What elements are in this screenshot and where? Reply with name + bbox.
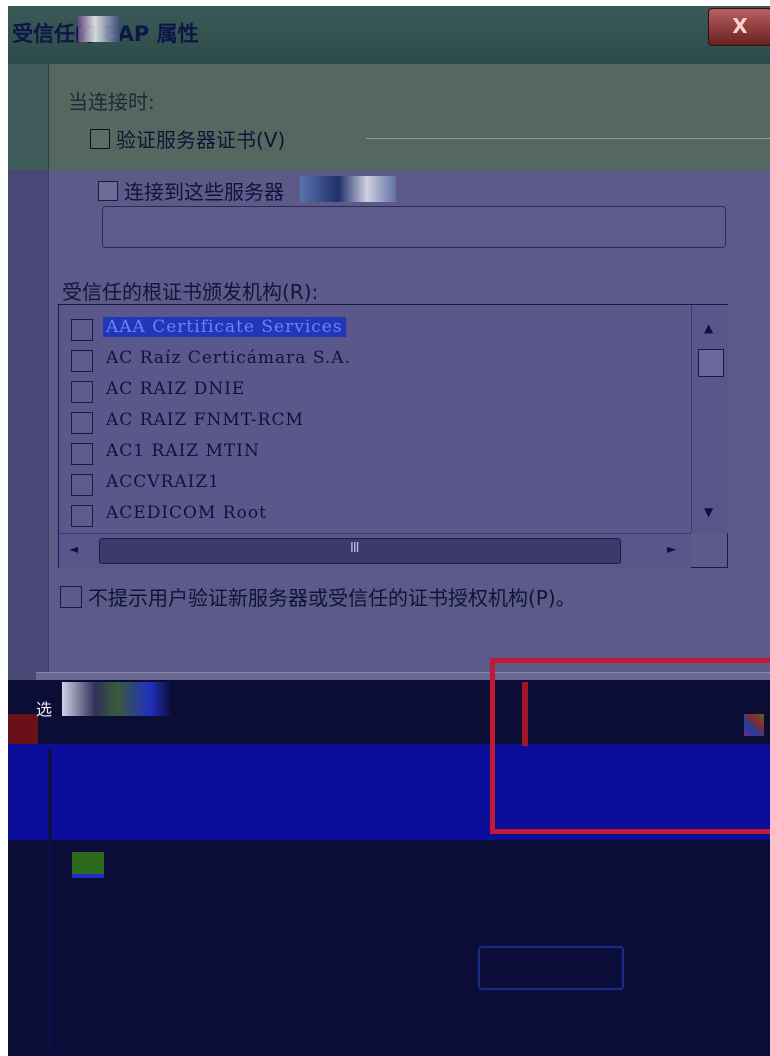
scroll-up-arrow-icon[interactable]: ▲ xyxy=(704,321,713,335)
vertical-scroll-thumb[interactable] xyxy=(698,349,724,377)
scrollbar-corner xyxy=(691,533,727,567)
title-bar: 受信任的 EAP 属性 X xyxy=(8,6,770,64)
scroll-grip-icon: III xyxy=(350,541,359,556)
root-ca-list-item[interactable]: ACCVRAIZ1 xyxy=(65,468,685,500)
verify-server-cert-checkbox[interactable] xyxy=(90,128,110,149)
root-ca-list-item[interactable]: AC Raíz Certicámara S.A. xyxy=(65,344,685,376)
root-ca-item-label: AAA Certificate Services xyxy=(103,317,346,337)
root-ca-item-checkbox[interactable] xyxy=(71,412,93,434)
connect-to-servers-checkbox[interactable] xyxy=(98,180,118,201)
connect-to-servers-label: 连接到这些服务器 xyxy=(124,180,284,204)
server-names-input[interactable] xyxy=(102,206,726,248)
group-divider xyxy=(366,138,770,139)
root-ca-item-checkbox[interactable] xyxy=(71,443,93,465)
eap-properties-dialog: 受信任的 EAP 属性 X 当连接时: 验证服务器证书(V) 连接到这些服务器 … xyxy=(8,6,770,1056)
settings-panel-upper xyxy=(48,64,770,170)
root-ca-item-checkbox[interactable] xyxy=(71,319,93,341)
root-ca-item-checkbox[interactable] xyxy=(71,505,93,527)
root-ca-item-label: ACCVRAIZ1 xyxy=(106,472,220,492)
root-ca-list-item[interactable]: ACEDICOM Root xyxy=(65,499,685,531)
scroll-right-arrow-icon[interactable]: ► xyxy=(667,542,676,556)
root-ca-items: AAA Certificate Services AC Raíz Certicám… xyxy=(59,305,691,533)
connect-to-servers-option[interactable]: 连接到这些服务器 xyxy=(98,176,284,205)
corrupted-bottom-region xyxy=(8,840,770,1056)
window-frame-left xyxy=(8,170,48,680)
horizontal-scroll-thumb[interactable]: III xyxy=(99,538,621,564)
corrupted-artifact-strip xyxy=(62,682,172,716)
title-corruption-artifact xyxy=(78,16,120,42)
verify-server-cert-option[interactable]: 验证服务器证书(V) xyxy=(90,124,285,153)
root-ca-item-checkbox[interactable] xyxy=(71,381,93,403)
horizontal-scrollbar[interactable]: ◄ III ► xyxy=(59,533,691,568)
root-ca-item-label: AC1 RAIZ MTIN xyxy=(106,441,260,461)
vertical-scrollbar[interactable]: ▲ ▼ xyxy=(691,305,728,533)
no-prompt-checkbox[interactable] xyxy=(60,585,82,608)
root-ca-item-label: AC RAIZ FNMT-RCM xyxy=(106,410,304,430)
root-ca-list-item[interactable]: AC RAIZ FNMT-RCM xyxy=(65,406,685,438)
scroll-left-arrow-icon[interactable]: ◄ xyxy=(69,542,78,556)
label-corruption-artifact xyxy=(300,176,396,202)
verify-server-cert-label: 验证服务器证书(V) xyxy=(116,128,286,152)
root-ca-label: 受信任的根证书颁发机构(R): xyxy=(62,280,319,304)
root-ca-list-item[interactable]: AAA Certificate Services xyxy=(65,313,685,345)
root-ca-item-label: ACEDICOM Root xyxy=(106,503,267,523)
highlight-box-stub xyxy=(522,682,528,746)
root-ca-item-checkbox[interactable] xyxy=(71,350,93,372)
on-connect-label: 当连接时: xyxy=(68,90,155,114)
highlight-box xyxy=(490,658,770,834)
close-button[interactable]: X xyxy=(708,8,770,46)
corrupted-vertical-line xyxy=(48,750,52,1050)
root-ca-list[interactable]: AAA Certificate Services AC Raíz Certicám… xyxy=(58,304,728,568)
no-prompt-label: 不提示用户验证新服务器或受信任的证书授权机构(P)。 xyxy=(88,586,576,610)
faded-button[interactable] xyxy=(478,946,624,990)
root-ca-item-checkbox[interactable] xyxy=(71,474,93,496)
root-ca-list-item[interactable]: AC1 RAIZ MTIN xyxy=(65,437,685,469)
root-ca-list-item[interactable]: AC RAIZ DNIE xyxy=(65,375,685,407)
corrupted-icon xyxy=(744,714,764,736)
no-prompt-option[interactable]: 不提示用户验证新服务器或受信任的证书授权机构(P)。 xyxy=(60,582,576,611)
root-ca-item-label: AC RAIZ DNIE xyxy=(106,379,246,399)
scroll-down-arrow-icon[interactable]: ▼ xyxy=(704,505,713,519)
partial-label: 选 xyxy=(36,700,53,719)
root-ca-item-label: AC Raíz Certicámara S.A. xyxy=(106,348,351,368)
corrupted-artifact-red xyxy=(8,714,38,746)
corrupted-artifact-green xyxy=(72,852,104,878)
